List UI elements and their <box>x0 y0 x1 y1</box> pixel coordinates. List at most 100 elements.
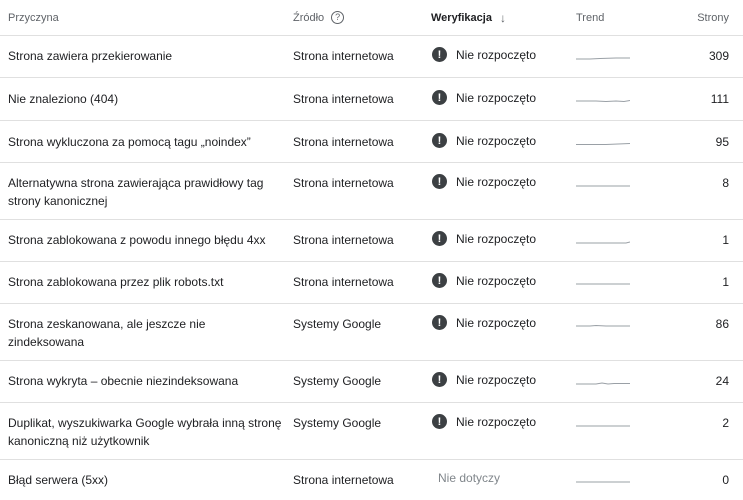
row-reason: Strona wykluczona za pomocą tagu „noinde… <box>8 135 251 149</box>
exclamation-circle-icon: ! <box>432 47 447 62</box>
row-trend <box>576 315 666 333</box>
row-status: Nie rozpoczęto <box>456 273 537 288</box>
row-status: Nie rozpoczęto <box>456 414 537 429</box>
row-source: Strona internetowa <box>293 233 394 247</box>
row-reason: Duplikat, wyszukiwarka Google wybrała in… <box>8 416 282 448</box>
row-reason: Strona zablokowana z powodu innego błędu… <box>8 233 266 247</box>
row-reason: Strona wykryta – obecnie niezindeksowana <box>8 374 239 388</box>
trend-sparkline <box>576 100 630 103</box>
row-trend <box>576 231 666 249</box>
row-trend <box>576 90 666 108</box>
exclamation-circle-icon: ! <box>432 414 447 429</box>
row-status: Nie rozpoczęto <box>456 90 537 105</box>
row-verification: ! Nie rozpoczęto <box>430 133 576 148</box>
exclamation-circle-icon: ! <box>432 174 447 189</box>
table-row[interactable]: Strona zablokowana z powodu innego błędu… <box>0 220 743 262</box>
row-pages: 1 <box>722 233 729 247</box>
trend-sparkline <box>576 425 630 427</box>
exclamation-circle-icon: ! <box>432 133 447 148</box>
row-trend <box>576 414 666 432</box>
row-verification: ! Nie rozpoczęto <box>430 372 576 387</box>
table-row[interactable]: Strona wykryta – obecnie niezindeksowana… <box>0 361 743 403</box>
row-verification: ! Nie rozpoczęto <box>430 273 576 288</box>
row-verification: ! Nie rozpoczęto <box>430 174 576 189</box>
row-source: Systemy Google <box>293 374 382 388</box>
row-trend <box>576 133 666 151</box>
row-source: Systemy Google <box>293 317 382 331</box>
row-pages: 24 <box>715 374 729 388</box>
row-verification: Nie dotyczy <box>430 471 576 485</box>
trend-sparkline <box>576 57 630 60</box>
row-status: Nie rozpoczęto <box>456 174 537 189</box>
trend-sparkline <box>576 143 630 145</box>
row-source: Strona internetowa <box>293 473 394 487</box>
trend-sparkline <box>576 481 630 483</box>
row-reason: Strona zablokowana przez plik robots.txt <box>8 275 224 289</box>
trend-sparkline <box>576 283 630 285</box>
issues-table: Przyczyna Źródło ? Weryfikacja ↓ Trend S… <box>0 0 743 498</box>
column-header-pages[interactable]: Strony <box>666 9 743 27</box>
row-pages: 309 <box>708 49 729 63</box>
row-pages: 2 <box>722 416 729 430</box>
row-verification: ! Nie rozpoczęto <box>430 315 576 330</box>
row-reason: Alternatywna strona zawierająca prawidło… <box>8 176 264 208</box>
table-row[interactable]: Strona zablokowana przez plik robots.txt… <box>0 262 743 304</box>
row-verification: ! Nie rozpoczęto <box>430 231 576 246</box>
row-status: Nie dotyczy <box>438 471 501 485</box>
trend-sparkline <box>576 324 630 327</box>
table-row[interactable]: Strona wykluczona za pomocą tagu „noinde… <box>0 121 743 163</box>
row-pages: 111 <box>710 92 729 106</box>
exclamation-circle-icon: ! <box>432 273 447 288</box>
row-status: Nie rozpoczęto <box>456 315 537 330</box>
column-header-source-label: Źródło <box>293 11 325 24</box>
column-header-trend: Trend <box>576 11 605 24</box>
exclamation-circle-icon: ! <box>432 372 447 387</box>
row-trend <box>576 471 666 489</box>
row-source: Strona internetowa <box>293 176 394 190</box>
row-status: Nie rozpoczęto <box>456 47 537 62</box>
row-source: Systemy Google <box>293 416 382 430</box>
trend-sparkline <box>576 185 630 187</box>
row-verification: ! Nie rozpoczęto <box>430 414 576 429</box>
row-trend <box>576 47 666 65</box>
column-header-source[interactable]: Źródło ? <box>284 9 430 27</box>
row-trend <box>576 174 666 192</box>
exclamation-circle-icon: ! <box>432 315 447 330</box>
row-status: Nie rozpoczęto <box>456 133 537 148</box>
row-pages: 95 <box>715 135 729 149</box>
row-pages: 8 <box>722 176 729 190</box>
row-verification: ! Nie rozpoczęto <box>430 90 576 105</box>
row-status: Nie rozpoczęto <box>456 231 537 246</box>
row-reason: Nie znaleziono (404) <box>8 92 119 106</box>
row-reason: Strona zawiera przekierowanie <box>8 49 173 63</box>
table-row[interactable]: Strona zawiera przekierowanie Strona int… <box>0 36 743 78</box>
table-row[interactable]: Duplikat, wyszukiwarka Google wybrała in… <box>0 403 743 460</box>
trend-sparkline <box>576 382 630 385</box>
column-header-verification[interactable]: Weryfikacja ↓ <box>430 11 576 25</box>
table-row[interactable]: Strona zeskanowana, ale jeszcze nie zind… <box>0 304 743 361</box>
row-trend <box>576 273 666 291</box>
row-pages: 0 <box>722 473 729 487</box>
row-status: Nie rozpoczęto <box>456 372 537 387</box>
exclamation-circle-icon: ! <box>432 231 447 246</box>
column-header-verification-label: Weryfikacja <box>431 11 492 24</box>
table-header: Przyczyna Źródło ? Weryfikacja ↓ Trend S… <box>0 0 743 36</box>
row-source: Strona internetowa <box>293 92 394 106</box>
row-pages: 1 <box>722 275 729 289</box>
row-source: Strona internetowa <box>293 135 394 149</box>
exclamation-circle-icon: ! <box>432 90 447 105</box>
row-reason: Błąd serwera (5xx) <box>8 473 109 487</box>
row-source: Strona internetowa <box>293 275 394 289</box>
sort-arrow-down-icon[interactable]: ↓ <box>500 11 506 25</box>
table-row[interactable]: Alternatywna strona zawierająca prawidło… <box>0 163 743 220</box>
help-icon[interactable]: ? <box>331 11 345 24</box>
row-trend <box>576 372 666 390</box>
row-verification: ! Nie rozpoczęto <box>430 47 576 62</box>
table-row[interactable]: Nie znaleziono (404) Strona internetowa … <box>0 78 743 121</box>
table-row[interactable]: Błąd serwera (5xx) Strona internetowa Ni… <box>0 460 743 498</box>
row-source: Strona internetowa <box>293 49 394 63</box>
row-pages: 86 <box>715 317 729 331</box>
row-reason: Strona zeskanowana, ale jeszcze nie zind… <box>8 317 206 349</box>
column-header-reason[interactable]: Przyczyna <box>0 9 284 27</box>
trend-sparkline <box>576 241 630 244</box>
